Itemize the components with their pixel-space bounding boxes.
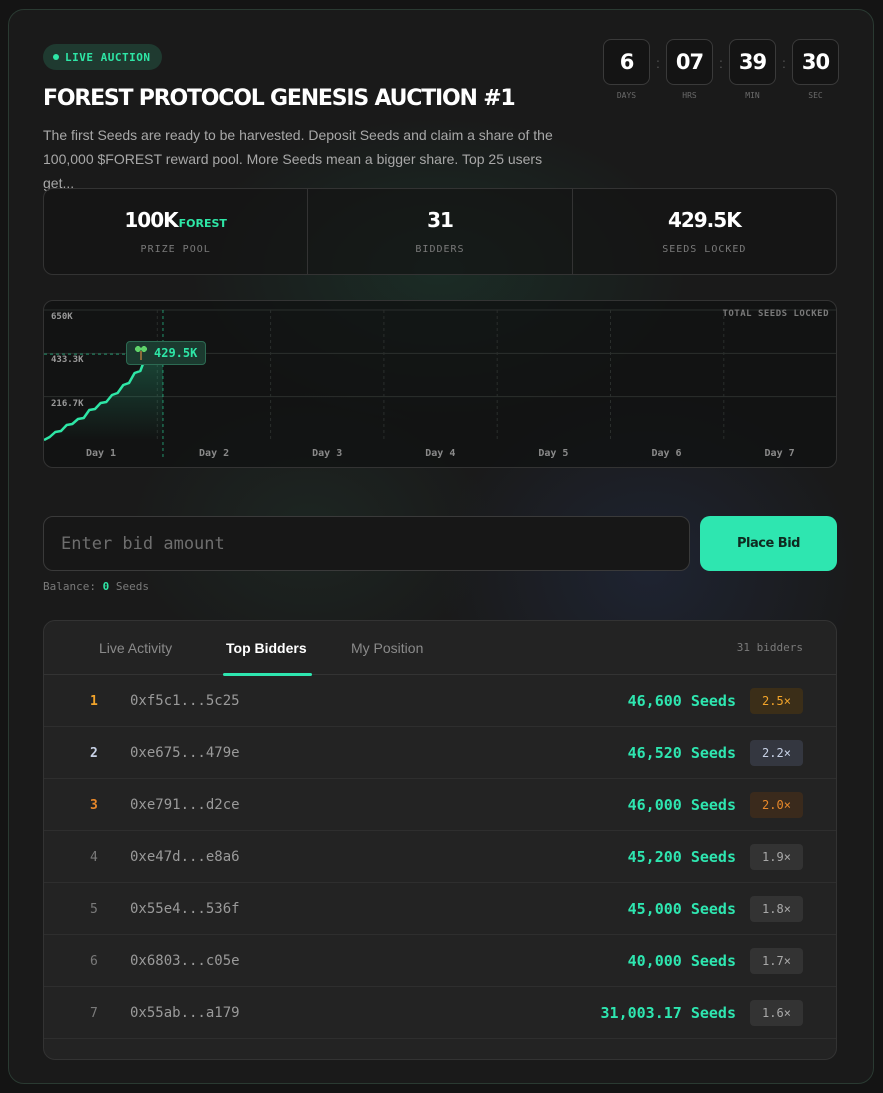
stat-value: 100KFOREST [124,208,227,232]
auction-description: The first Seeds are ready to be harveste… [43,127,553,191]
sprout-icon [135,346,147,360]
countdown-separator: : [656,55,660,71]
bidder-rank: 4 [90,849,98,865]
chart-y-tick-label: 216.7K [51,398,84,409]
chart-x-tick-label: Day 7 [764,448,795,459]
bidder-address: 0x6803...c05e [130,953,240,969]
bidder-amount: 45,200 Seeds [627,848,736,866]
multiplier-badge: 2.5× [750,688,803,714]
page-title: FOREST PROTOCOL GENESIS AUCTION #1 [43,86,516,111]
live-badge-label: LIVE AUCTION [65,50,151,64]
chart-x-tick-label: Day 4 [425,448,456,459]
bidders-table: 1 0xf5c1...5c25 46,600 Seeds 2.5× 2 0xe6… [44,675,836,1039]
balance-unit: Seeds [115,580,149,593]
balance-value: 0 [102,580,110,593]
chart-x-tick-label: Day 1 [85,448,117,459]
chart-x-tick-label: Day 5 [538,448,569,459]
chart-x-tick-label: Day 2 [199,448,230,459]
bidder-amount: 31,003.17 Seeds [600,1004,736,1022]
seeds-locked-chart: TOTAL SEEDS LOCKED 650K 433.3K 216.7K Day … [43,300,837,468]
chart-current-value: 429.5K [154,346,198,360]
countdown-timer: 6 DAYS : 07 HRS : 39 MIN : 30 SEC [603,39,839,100]
countdown-hours-value: 07 [666,39,713,85]
bidders-panel: Live Activity Top Bidders My Position 31… [43,620,837,1060]
bidder-rank: 1 [90,693,98,709]
countdown-separator: : [782,55,786,71]
countdown-minutes-value: 39 [729,39,776,85]
table-row[interactable]: 1 0xf5c1...5c25 46,600 Seeds 2.5× [44,675,836,727]
countdown-hours: 07 HRS [666,39,713,100]
balance-info: Balance: 0 Seeds [43,580,149,593]
bidder-rank: 5 [90,901,98,917]
bidder-address: 0x55e4...536f [130,901,240,917]
countdown-seconds: 30 SEC [792,39,839,100]
bidder-amount: 46,600 Seeds [627,692,736,710]
stat-bidders: 31 BIDDERS [308,189,573,274]
panel-tabs: Live Activity Top Bidders My Position 31… [44,621,836,676]
bidder-address: 0xe791...d2ce [130,797,240,813]
prize-pool-unit: FOREST [178,217,227,230]
countdown-days: 6 DAYS [603,39,650,100]
bidder-amount: 40,000 Seeds [627,952,736,970]
bidder-address: 0xe675...479e [130,745,240,761]
chart-plot [44,309,836,460]
bidder-address: 0x55ab...a179 [130,1005,240,1021]
table-row[interactable]: 2 0xe675...479e 46,520 Seeds 2.2× [44,727,836,779]
countdown-seconds-value: 30 [792,39,839,85]
chart-x-tick-label: Day 6 [651,448,682,459]
bidder-address: 0xf5c1...5c25 [130,693,240,709]
live-dot-icon [53,54,59,60]
live-auction-badge: LIVE AUCTION [43,44,163,70]
place-bid-button[interactable]: Place Bid [700,516,837,571]
multiplier-badge: 2.0× [750,792,803,818]
bidder-address: 0xe47d...e8a6 [130,849,240,865]
table-row[interactable]: 5 0x55e4...536f 45,000 Seeds 1.8× [44,883,836,935]
multiplier-badge: 1.8× [750,896,803,922]
bidder-rank: 3 [90,797,98,813]
tab-my-position[interactable]: My Position [351,621,423,675]
bidder-rank: 7 [90,1005,98,1021]
chart-current-value-tooltip: 429.5K [126,341,207,365]
tab-live-activity[interactable]: Live Activity [99,621,172,675]
countdown-separator: : [719,55,723,71]
balance-label: Balance: [43,580,96,593]
prize-pool-value: 100K [124,208,178,232]
chart-title: TOTAL SEEDS LOCKED [722,309,829,319]
multiplier-badge: 1.9× [750,844,803,870]
seeds-locked-label: SEEDS LOCKED [662,244,747,255]
auction-stats: 100KFOREST PRIZE POOL 31 BIDDERS 429.5K … [43,188,837,275]
table-row[interactable]: 4 0xe47d...e8a6 45,200 Seeds 1.9× [44,831,836,883]
countdown-seconds-label: SEC [808,91,823,100]
table-row[interactable]: 3 0xe791...d2ce 46,000 Seeds 2.0× [44,779,836,831]
countdown-hours-label: HRS [682,91,697,100]
stat-prize-pool: 100KFOREST PRIZE POOL [44,189,309,274]
countdown-days-value: 6 [603,39,650,85]
seeds-locked-value: 429.5K [667,208,742,232]
bid-amount-input[interactable] [43,516,690,571]
tab-top-bidders[interactable]: Top Bidders [223,621,312,676]
chart-x-tick-label: Day 3 [312,448,343,459]
countdown-minutes: 39 MIN [729,39,776,100]
chart-y-tick-label: 433.3K [51,355,84,366]
countdown-minutes-label: MIN [745,91,760,100]
bidder-rank: 2 [90,745,98,761]
prize-pool-label: PRIZE POOL [140,244,211,255]
bidder-amount: 45,000 Seeds [627,900,736,918]
bidders-label: BIDDERS [415,244,465,255]
auction-card: LIVE AUCTION FOREST PROTOCOL GENESIS AUC… [8,9,874,1084]
chart-y-tick-label: 650K [51,312,73,322]
bidders-value: 31 [427,208,454,232]
bidder-rank: 6 [90,953,98,969]
table-row[interactable]: 7 0x55ab...a179 31,003.17 Seeds 1.6× [44,987,836,1039]
stat-seeds-locked: 429.5K SEEDS LOCKED [573,189,836,274]
multiplier-badge: 1.6× [750,1000,803,1026]
bidder-amount: 46,520 Seeds [627,744,736,762]
countdown-days-label: DAYS [616,91,637,100]
multiplier-badge: 2.2× [750,740,803,766]
table-row[interactable]: 6 0x6803...c05e 40,000 Seeds 1.7× [44,935,836,987]
bidder-amount: 46,000 Seeds [627,796,736,814]
multiplier-badge: 1.7× [750,948,803,974]
bidder-count: 31 bidders [736,641,803,654]
